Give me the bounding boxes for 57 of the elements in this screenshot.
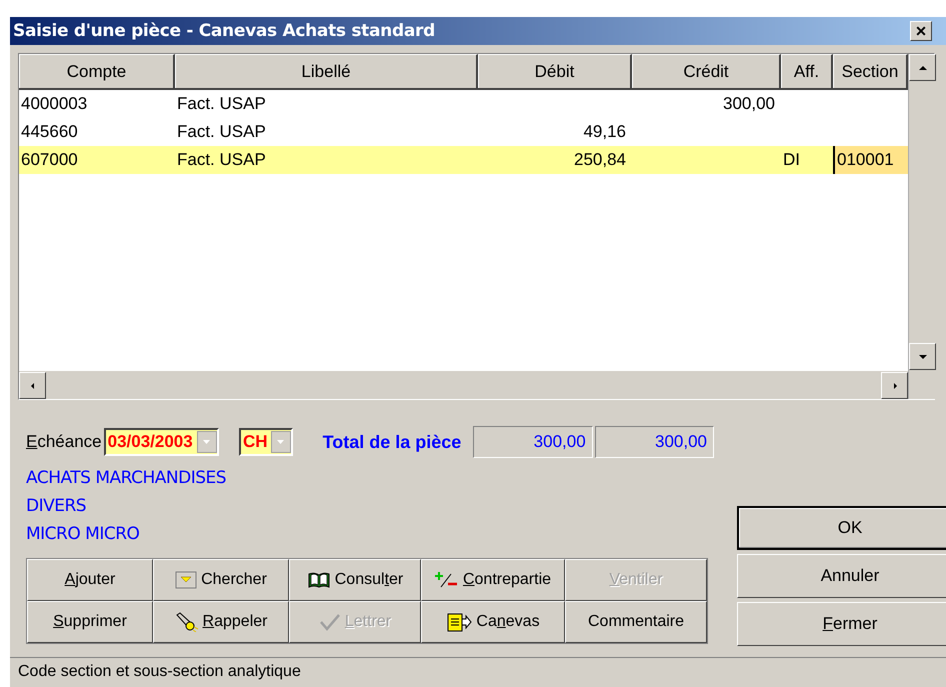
action-button[interactable]: Rappeler: [153, 601, 289, 643]
table-row[interactable]: 445660 Fact. USAP 49,16: [19, 118, 908, 146]
table-cell: Fact. USAP: [177, 122, 266, 142]
action-button[interactable]: Ajouter: [27, 559, 153, 601]
table-cell: 250,84: [574, 150, 626, 170]
column-header[interactable]: Aff.: [781, 54, 833, 88]
payment-mode-combo[interactable]: CH: [238, 428, 293, 456]
table-cell: 300,00: [723, 94, 775, 114]
flashlight-icon: [174, 612, 199, 632]
table-cell: Fact. USAP: [177, 150, 266, 170]
scroll-left-button[interactable]: [19, 372, 46, 399]
action-button[interactable]: Supprimer: [27, 601, 153, 643]
window-title: Saisie d'une pièce - Canevas Achats standard: [13, 21, 436, 41]
dialog-button[interactable]: Fermer: [737, 602, 946, 646]
table-cell: DI: [783, 150, 800, 170]
down-arrow-icon: [918, 352, 928, 360]
table-cell: 49,16: [583, 122, 626, 142]
table-cell: Fact. USAP: [177, 94, 266, 114]
action-button[interactable]: Consulter: [289, 559, 421, 601]
info-line: DIVERS: [26, 495, 88, 518]
scroll-right-button[interactable]: [881, 372, 908, 399]
document-arrow-icon: [446, 612, 472, 632]
table-cell: 607000: [21, 150, 78, 170]
dropdown-box-icon: [175, 571, 198, 589]
status-text: Code section et sous-section analytique: [18, 663, 301, 681]
column-header[interactable]: Compte: [19, 54, 175, 88]
table-cell: 4000003: [21, 94, 88, 114]
plus-minus-icon: [434, 571, 459, 589]
up-arrow-icon: [918, 64, 928, 72]
book-icon: [306, 571, 331, 589]
dialog-button[interactable]: Annuler: [737, 554, 946, 598]
action-button[interactable]: Chercher: [153, 559, 289, 601]
total-label: Total de la pièce: [322, 432, 462, 452]
selected-row[interactable]: 607000 Fact. USAP 250,84 DI 010001: [19, 146, 908, 174]
scroll-up-button[interactable]: [909, 54, 936, 81]
table-row[interactable]: 4000003 Fact. USAP 300,00: [19, 90, 908, 118]
due-date-label: Echéance: [26, 432, 102, 452]
info-line: MICRO MICRO: [26, 523, 140, 546]
close-button[interactable]: ×: [910, 21, 932, 41]
table-cell: 010001: [837, 150, 894, 170]
due-date-combo[interactable]: 03/03/2003: [104, 428, 219, 456]
total-credit-field: 300,00: [594, 426, 714, 458]
dropdown-arrow-icon: [202, 439, 212, 445]
total-debit-field: 300,00: [473, 426, 593, 458]
action-button[interactable]: Contrepartie: [421, 559, 565, 601]
action-button[interactable]: Commentaire: [565, 601, 707, 643]
checkmark-icon: [318, 613, 341, 631]
column-header[interactable]: Débit: [478, 54, 632, 88]
action-button[interactable]: Canevas: [421, 601, 565, 643]
table-cell: 445660: [21, 122, 78, 142]
dropdown-arrow-icon: [276, 439, 286, 445]
dialog-button[interactable]: OK: [737, 506, 946, 550]
info-line: ACHATS MARCHANDISES: [26, 467, 228, 490]
scroll-down-button[interactable]: [909, 343, 936, 370]
left-arrow-icon: [28, 382, 36, 390]
column-header[interactable]: Libellé: [175, 54, 478, 88]
column-header[interactable]: Crédit: [632, 54, 781, 88]
